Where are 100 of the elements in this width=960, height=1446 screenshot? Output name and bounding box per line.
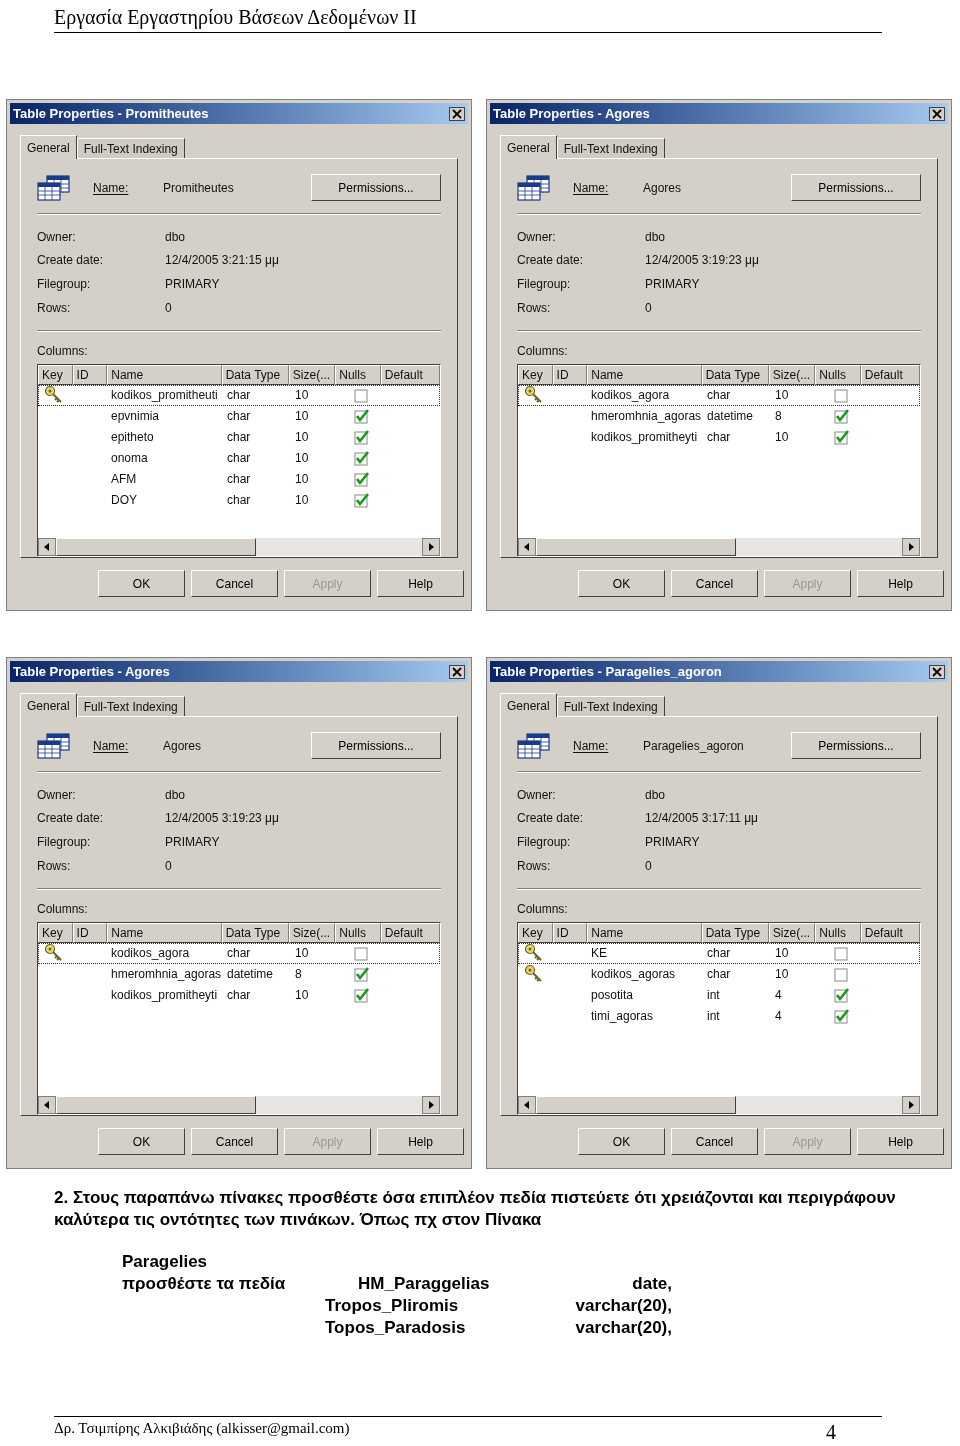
tab[interactable]: General [500,693,557,717]
column-header[interactable]: Name [587,922,702,943]
tab[interactable]: Full-Text Indexing [76,138,185,158]
scroll-thumb[interactable] [56,538,256,557]
dialog-button[interactable]: Cancel [191,570,278,597]
grid-row[interactable]: kodikos_promitheuti char 10 [38,384,440,406]
grid-row[interactable]: kodikos_agora char 10 [38,942,440,964]
checkbox[interactable] [834,1008,850,1025]
dialog-button[interactable]: Cancel [191,1128,278,1155]
grid-row[interactable]: timi_agoras int 4 [518,1005,920,1027]
column-header[interactable]: Size(... [768,922,816,943]
column-header[interactable]: Data Type [701,364,769,385]
checkbox[interactable] [834,429,850,446]
column-header[interactable]: Key [38,922,73,943]
grid-row[interactable]: KE char 10 [518,942,920,964]
scroll-right-icon[interactable] [422,1096,440,1115]
tab[interactable]: Full-Text Indexing [76,696,185,716]
dialog-button[interactable]: OK [578,1128,665,1155]
column-header[interactable]: Key [38,364,73,385]
dialog-button[interactable]: Permissions... [791,174,921,202]
column-header[interactable]: Nulls [815,922,861,943]
grid-row[interactable]: hmeromhnia_agoras datetime 8 [38,963,440,985]
checkbox[interactable] [834,387,850,404]
tab[interactable]: Full-Text Indexing [556,138,665,158]
scroll-thumb[interactable] [536,538,736,557]
dialog-button[interactable]: OK [98,570,185,597]
grid-row[interactable]: epvnimia char 10 [38,405,440,427]
column-header[interactable]: Default [860,364,920,385]
dialog-button[interactable]: Help [857,1128,944,1155]
grid-row[interactable]: kodikos_promitheyti char 10 [38,984,440,1006]
grid-row[interactable]: hmeromhnia_agoras datetime 8 [518,405,920,427]
checkbox[interactable] [834,966,850,983]
column-header[interactable]: Name [587,364,702,385]
scroll-left-icon[interactable] [38,1096,56,1115]
grid-row[interactable]: kodikos_agora char 10 [518,384,920,406]
column-header[interactable]: Data Type [221,922,289,943]
scroll-right-icon[interactable] [902,538,920,557]
checkbox[interactable] [354,429,370,446]
column-header[interactable]: Name [107,364,222,385]
dialog-button[interactable]: Permissions... [791,732,921,760]
column-header[interactable]: Nulls [335,364,381,385]
dialog-button[interactable]: OK [578,570,665,597]
column-header[interactable]: Size(... [288,922,336,943]
column-header[interactable]: ID [552,364,588,385]
column-header[interactable]: Nulls [815,364,861,385]
column-header[interactable]: Size(... [768,364,816,385]
checkbox[interactable] [354,945,370,962]
grid-row[interactable]: kodikos_promitheyti char 10 [518,426,920,448]
checkbox[interactable] [354,966,370,983]
scroll-right-icon[interactable] [902,1096,920,1115]
grid-row[interactable]: AFM char 10 [38,468,440,490]
dialog-button[interactable]: OK [98,1128,185,1155]
column-header[interactable]: Name [107,922,222,943]
dialog-button[interactable]: Help [857,570,944,597]
grid-row[interactable]: posotita int 4 [518,984,920,1006]
tab[interactable]: Full-Text Indexing [556,696,665,716]
column-header[interactable]: Data Type [701,922,769,943]
scroll-thumb[interactable] [56,1096,256,1115]
dialog-button[interactable]: Cancel [671,570,758,597]
column-header[interactable]: ID [552,922,588,943]
dialog-button[interactable]: Permissions... [311,732,441,760]
column-header[interactable]: ID [72,922,108,943]
checkbox[interactable] [354,987,370,1004]
column-header[interactable]: ID [72,364,108,385]
checkbox[interactable] [354,471,370,488]
scroll-thumb[interactable] [536,1096,736,1115]
checkbox[interactable] [354,387,370,404]
dialog-button[interactable]: Cancel [671,1128,758,1155]
close-icon[interactable] [449,664,465,679]
checkbox[interactable] [834,945,850,962]
column-header[interactable]: Default [380,364,440,385]
scroll-left-icon[interactable] [518,1096,536,1115]
scroll-right-icon[interactable] [422,538,440,557]
checkbox[interactable] [354,492,370,509]
column-header[interactable]: Nulls [335,922,381,943]
dialog-button[interactable]: Permissions... [311,174,441,202]
tab[interactable]: General [500,135,557,159]
grid-row[interactable]: DOY char 10 [38,489,440,511]
column-header[interactable]: Data Type [221,364,289,385]
checkbox[interactable] [354,408,370,425]
close-icon[interactable] [449,106,465,121]
tab[interactable]: General [20,693,77,717]
checkbox[interactable] [834,987,850,1004]
grid-row[interactable]: kodikos_agoras char 10 [518,963,920,985]
grid-row[interactable]: onoma char 10 [38,447,440,469]
column-header[interactable]: Key [518,922,553,943]
checkbox[interactable] [834,408,850,425]
tab[interactable]: General [20,135,77,159]
close-icon[interactable] [929,664,945,679]
scroll-left-icon[interactable] [38,538,56,557]
checkbox[interactable] [354,450,370,467]
column-header[interactable]: Size(... [288,364,336,385]
dialog-button[interactable]: Help [377,570,464,597]
scroll-left-icon[interactable] [518,538,536,557]
grid-row[interactable]: epitheto char 10 [38,426,440,448]
close-icon[interactable] [929,106,945,121]
column-header[interactable]: Key [518,364,553,385]
column-header[interactable]: Default [380,922,440,943]
column-header[interactable]: Default [860,922,920,943]
dialog-button[interactable]: Help [377,1128,464,1155]
